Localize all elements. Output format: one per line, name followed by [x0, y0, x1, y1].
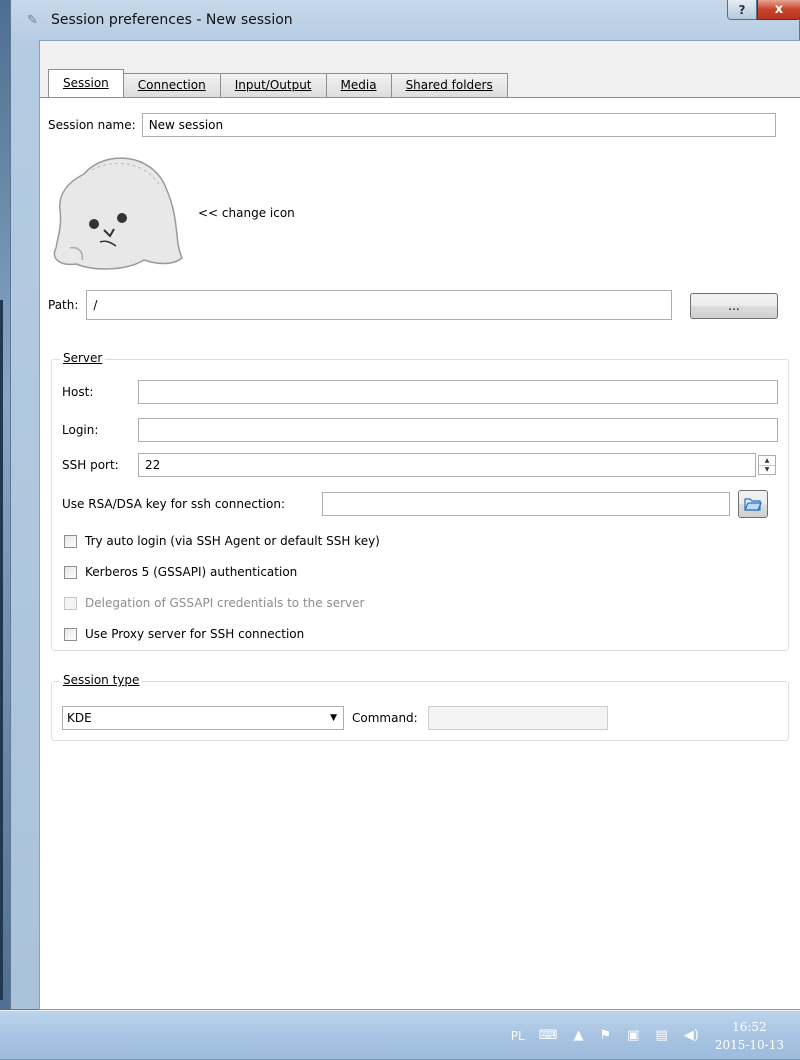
session-type-group-title: Session type [60, 673, 143, 687]
session-icon-button[interactable] [48, 150, 184, 275]
network-icon[interactable]: ▤ [655, 1028, 667, 1043]
ssh-port-spinner[interactable]: ▲ ▼ [758, 455, 776, 475]
power-icon[interactable]: ▣ [627, 1028, 639, 1043]
auto-login-label: Try auto login (via SSH Agent or default… [85, 534, 380, 548]
tab-session[interactable]: Session [48, 69, 124, 97]
session-type-group: Session type KDE ▼ Command: [51, 673, 789, 741]
action-center-flag-icon[interactable]: ⚑ [599, 1028, 611, 1043]
clock[interactable]: 16:52 2015-10-13 [715, 1018, 784, 1054]
kerberos-option[interactable]: Kerberos 5 (GSSAPI) authentication [64, 565, 297, 579]
ssh-port-input[interactable]: 22 [138, 453, 756, 477]
rsa-key-label: Use RSA/DSA key for ssh connection: [62, 497, 285, 511]
proxy-label: Use Proxy server for SSH connection [85, 627, 305, 641]
dialog-client-area: Session Connection Input/Output Media Sh… [39, 40, 800, 1010]
session-type-select[interactable]: KDE ▼ [62, 706, 344, 730]
system-tray: PL ⌨ ▲ ⚑ ▣ ▤ ◀) 16:52 2015-10-13 [511, 1011, 800, 1060]
spin-up-icon[interactable]: ▲ [759, 456, 775, 466]
proxy-checkbox[interactable] [64, 627, 77, 641]
close-button[interactable]: x [757, 0, 800, 20]
folder-open-icon [744, 498, 762, 511]
tab-media[interactable]: Media [325, 73, 392, 97]
login-input[interactable] [138, 418, 778, 442]
pencil-icon: ✎ [27, 12, 38, 28]
host-input[interactable] [138, 380, 778, 404]
kerberos-label: Kerberos 5 (GSSAPI) authentication [85, 565, 298, 579]
browse-path-button[interactable]: ... [690, 293, 778, 319]
session-tab-panel: Session name: New session << change icon [40, 97, 800, 1009]
gssapi-delegation-checkbox [64, 596, 77, 610]
session-type-value: KDE [67, 711, 92, 725]
server-group: Server Host: Login: SSH port: 22 ▲ ▼ Use… [51, 351, 789, 651]
open-key-button[interactable] [738, 490, 768, 518]
tab-bar: Session Connection Input/Output Media Sh… [48, 69, 508, 97]
session-preferences-window: ✎ Session preferences - New session ? x … [10, 0, 800, 1010]
gssapi-delegation-option: Delegation of GSSAPI credentials to the … [64, 596, 364, 610]
command-label: Command: [352, 711, 418, 725]
chevron-down-icon: ▼ [330, 713, 337, 723]
proxy-option[interactable]: Use Proxy server for SSH connection [64, 627, 304, 641]
tab-shared-folders[interactable]: Shared folders [390, 73, 508, 97]
desktop-background [0, 0, 10, 1010]
session-name-label: Session name: [48, 118, 136, 132]
host-label: Host: [62, 385, 94, 399]
tab-connection[interactable]: Connection [122, 73, 221, 97]
command-input [427, 706, 608, 730]
spin-down-icon[interactable]: ▼ [759, 466, 775, 475]
window-title: Session preferences - New session [51, 12, 293, 28]
path-input[interactable]: / [86, 290, 673, 320]
show-hidden-icons-icon[interactable]: ▲ [573, 1028, 583, 1043]
clock-time: 16:52 [732, 1019, 767, 1034]
server-group-title: Server [60, 351, 106, 365]
auto-login-checkbox[interactable] [64, 534, 77, 548]
ssh-port-label: SSH port: [62, 458, 119, 472]
rsa-key-input[interactable] [322, 492, 730, 516]
gssapi-delegation-label: Delegation of GSSAPI credentials to the … [85, 596, 365, 610]
auto-login-option[interactable]: Try auto login (via SSH Agent or default… [64, 534, 380, 548]
path-label: Path: [48, 298, 79, 312]
session-name-input[interactable]: New session [141, 113, 776, 137]
help-button[interactable]: ? [727, 0, 757, 20]
keyboard-icon[interactable]: ⌨ [539, 1028, 558, 1043]
login-label: Login: [62, 423, 99, 437]
kerberos-checkbox[interactable] [64, 565, 77, 579]
language-indicator[interactable]: PL [511, 1029, 525, 1043]
clock-date: 2015-10-13 [714, 1037, 784, 1052]
taskbar: PL ⌨ ▲ ⚑ ▣ ▤ ◀) 16:52 2015-10-13 [0, 1010, 800, 1059]
tab-input-output[interactable]: Input/Output [219, 73, 327, 97]
change-icon-label[interactable]: << change icon [198, 206, 295, 220]
title-bar[interactable]: ✎ Session preferences - New session ? x [11, 0, 800, 40]
seal-icon [53, 157, 183, 270]
volume-icon[interactable]: ◀) [684, 1028, 699, 1043]
